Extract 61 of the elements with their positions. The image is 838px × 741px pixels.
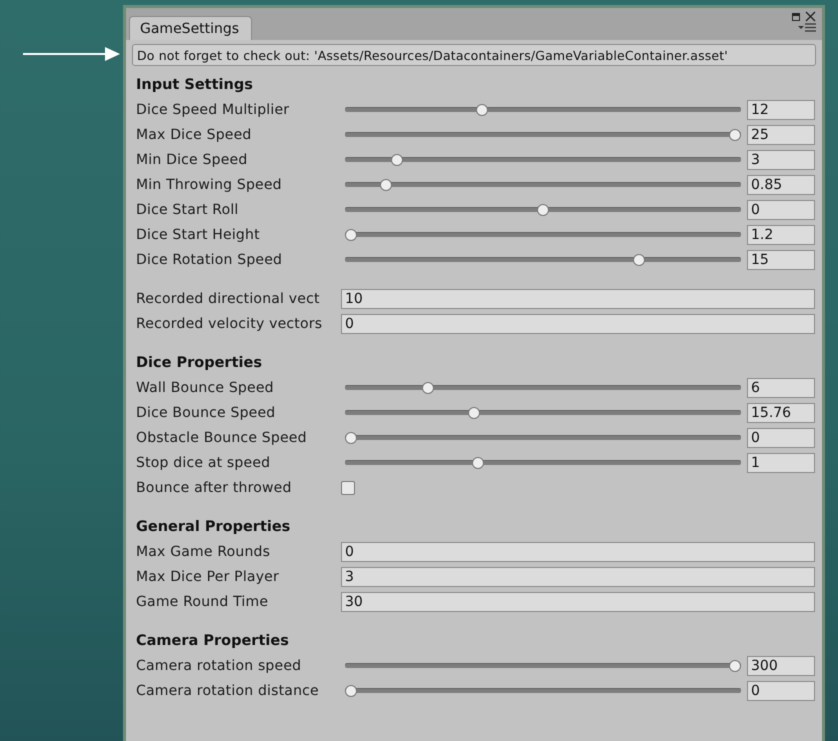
value-field[interactable]: 6 (747, 378, 815, 398)
field-label: Stop dice at speed (136, 454, 272, 470)
slider-thumb[interactable] (468, 407, 480, 419)
value-field[interactable]: 0.85 (747, 174, 815, 194)
value-field[interactable]: 25 (747, 124, 815, 144)
input-field[interactable]: 3 (341, 566, 815, 586)
field-label: Camera rotation distance (136, 682, 320, 698)
slider-thumb[interactable] (380, 179, 392, 191)
input-field[interactable]: 30 (341, 592, 815, 612)
field-label: Dice Start Roll (136, 202, 240, 218)
input-field[interactable]: 10 (341, 288, 815, 308)
value-field[interactable]: 300 (747, 656, 815, 676)
field-label: Dice Speed Multiplier (136, 102, 290, 118)
slider-thumb[interactable] (729, 129, 741, 141)
field-label: Bounce after throwed (136, 480, 293, 496)
value-field[interactable]: 0 (747, 200, 815, 220)
slider-thumb[interactable] (345, 229, 357, 241)
maximize-icon[interactable] (792, 12, 800, 20)
section-title: General Properties (136, 518, 292, 536)
slider-thumb[interactable] (345, 685, 357, 697)
field-label: Dice Bounce Speed (136, 404, 276, 420)
value-field[interactable]: 1.2 (747, 224, 815, 244)
value-field[interactable]: 0 (747, 428, 815, 448)
field-label: Game Round Time (136, 594, 270, 610)
field-label: Min Dice Speed (136, 152, 248, 168)
field-label: Obstacle Bounce Speed (136, 430, 308, 446)
field-label: Recorded velocity vectors (136, 316, 324, 332)
value-field[interactable]: 15 (747, 250, 815, 270)
slider-thumb[interactable] (476, 104, 488, 116)
section-title: Camera Properties (136, 632, 290, 650)
field-label: Max Game Rounds (136, 544, 272, 560)
window-tab[interactable]: GameSettings (129, 16, 252, 40)
slider-thumb[interactable] (391, 154, 404, 166)
slider-thumb[interactable] (537, 204, 549, 216)
input-field[interactable]: 0 (341, 542, 815, 562)
menu-icon[interactable] (798, 23, 816, 32)
value-field[interactable]: 1 (747, 452, 815, 472)
field-label: Dice Rotation Speed (136, 252, 284, 268)
field-label: Recorded directional vect (136, 290, 321, 306)
arrow-icon (23, 46, 121, 62)
value-field[interactable]: 15.76 (747, 402, 815, 422)
section-title: Dice Properties (136, 354, 263, 372)
value-field[interactable]: 0 (747, 680, 815, 700)
field-label: Dice Start Height (136, 226, 261, 242)
input-field[interactable]: 0 (341, 314, 815, 334)
checkbox[interactable] (341, 480, 355, 494)
field-label: Camera rotation speed (136, 658, 302, 674)
field-label: Max Dice Speed (136, 126, 253, 142)
slider-thumb[interactable] (729, 660, 741, 672)
section-title: Input Settings (136, 76, 254, 94)
slider-thumb[interactable] (472, 457, 484, 469)
value-field[interactable]: 12 (747, 100, 815, 120)
close-icon[interactable] (805, 11, 816, 22)
slider-thumb[interactable] (345, 432, 357, 444)
value-field[interactable]: 3 (747, 150, 815, 170)
notice-text: Do not forget to check out: 'Assets/Resources/Datacontainers/GameVariableContainer.asset' (132, 44, 816, 66)
field-label: Max Dice Per Player (136, 568, 280, 584)
field-label: Wall Bounce Speed (136, 380, 275, 396)
field-label: Min Throwing Speed (136, 176, 283, 192)
slider-thumb[interactable] (633, 254, 645, 266)
slider-thumb[interactable] (422, 382, 434, 394)
